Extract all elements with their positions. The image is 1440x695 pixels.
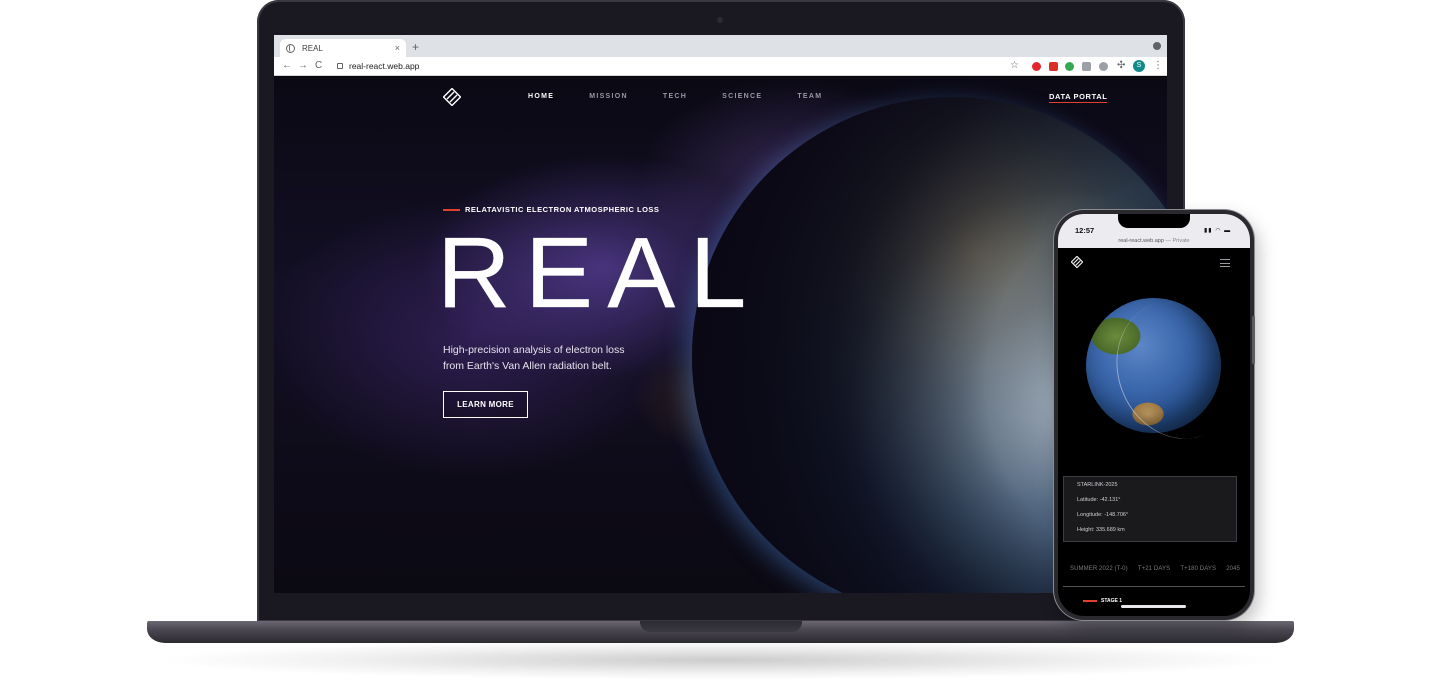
satellite-height: Height: 335.689 km [1077,527,1125,533]
copy-extension-icon[interactable] [1082,62,1091,71]
stage-indicator: STAGE 1 [1083,598,1122,604]
website-viewport: HOME MISSION TECH SCIENCE TEAM DATA PORT… [274,77,1167,593]
mobile-address-bar[interactable]: real-react.web.app — Private [1058,236,1250,248]
nav-item-team[interactable]: TEAM [797,93,822,100]
hero-title: REAL [437,217,761,329]
hamburger-menu-icon[interactable] [1220,259,1230,270]
tab-search-icon[interactable] [1153,42,1161,50]
status-time: 12:57 [1075,226,1095,235]
laptop-screen: REAL × + ← → C real-react.web.app ☆ ✣ S … [274,35,1167,593]
device-mockup-scene: REAL × + ← → C real-react.web.app ☆ ✣ S … [0,0,1440,695]
back-button[interactable]: ← [282,59,292,73]
address-bar[interactable]: real-react.web.app [349,60,419,72]
browser-toolbar: ← → C real-react.web.app ☆ ✣ S ⋮ [274,57,1167,76]
timeline-divider [1063,586,1245,587]
home-indicator[interactable] [1121,605,1186,608]
timeline: SUMMER 2022 (T-0) T+21 DAYS T+180 DAYS 2… [1070,566,1240,572]
red-extension-icon[interactable] [1049,62,1058,71]
hero-description-line-1: High-precision analysis of electron loss [443,344,625,356]
data-portal-link[interactable]: DATA PORTAL [1049,92,1108,103]
private-label: — Private [1165,238,1190,244]
floor-shadow [150,640,1290,680]
timeline-item[interactable]: T+180 DAYS [1180,566,1216,572]
learn-more-button[interactable]: LEARN MORE [443,391,528,418]
status-icons: ▮▮ ◠ ▬ [1204,228,1232,234]
hero-eyebrow: RELATAVISTIC ELECTRON ATMOSPHERIC LOSS [443,205,659,214]
bookmark-star-icon[interactable]: ☆ [1010,59,1019,73]
mobile-logo-icon[interactable] [1071,256,1083,268]
stage-label: STAGE 1 [1101,598,1123,604]
opera-extension-icon[interactable] [1032,62,1041,71]
nav-item-tech[interactable]: TECH [663,93,687,100]
phone-side-button [1252,316,1255,364]
satellite-info-card: STARLINK-2025 Latitude: -42.131° Longitu… [1063,476,1237,542]
lock-icon[interactable] [337,63,343,69]
timeline-item[interactable]: T+21 DAYS [1138,566,1170,572]
globe-icon [286,43,295,53]
forward-button[interactable]: → [298,59,308,73]
eyebrow-accent-bar [443,208,460,211]
browser-tab-bar: REAL × + [274,35,1167,57]
laptop-camera [717,17,723,23]
grammarly-extension-icon[interactable] [1065,62,1074,71]
hero-description-line-2: from Earth's Van Allen radiation belt. [443,360,612,372]
nav-item-science[interactable]: SCIENCE [722,93,762,100]
stage-accent-bar [1083,600,1097,602]
tab-title: REAL [302,43,323,53]
profile-avatar[interactable]: S [1133,60,1145,72]
nav-item-mission[interactable]: MISSION [589,93,628,100]
browser-menu-icon[interactable]: ⋮ [1153,59,1163,73]
reload-button[interactable]: C [315,59,322,73]
mobile-url: real-react.web.app [1118,238,1164,244]
browser-tab[interactable]: REAL × [280,39,406,57]
main-nav: HOME MISSION TECH SCIENCE TEAM [528,93,857,100]
phone-notch [1118,214,1190,228]
site-logo-icon[interactable] [443,88,461,106]
nav-item-home[interactable]: HOME [528,93,554,100]
hero-description: High-precision analysis of electron loss… [443,342,643,374]
extensions-puzzle-icon[interactable]: ✣ [1117,59,1125,73]
phone-screen: 12:57 ▮▮ ◠ ▬ real-react.web.app — Privat… [1058,214,1250,616]
timeline-item[interactable]: 2045 [1226,566,1240,572]
new-tab-button[interactable]: + [412,40,419,54]
satellite-longitude: Longitude: -148.706° [1077,512,1129,518]
satellite-latitude: Latitude: -42.131° [1077,497,1121,503]
laptop-opening-notch [640,621,802,632]
timeline-item[interactable]: SUMMER 2022 (T-0) [1070,566,1128,572]
satellite-name: STARLINK-2025 [1077,482,1118,488]
shield-extension-icon[interactable] [1099,62,1108,71]
eyebrow-text: RELATAVISTIC ELECTRON ATMOSPHERIC LOSS [465,205,660,214]
close-icon[interactable]: × [395,43,400,53]
